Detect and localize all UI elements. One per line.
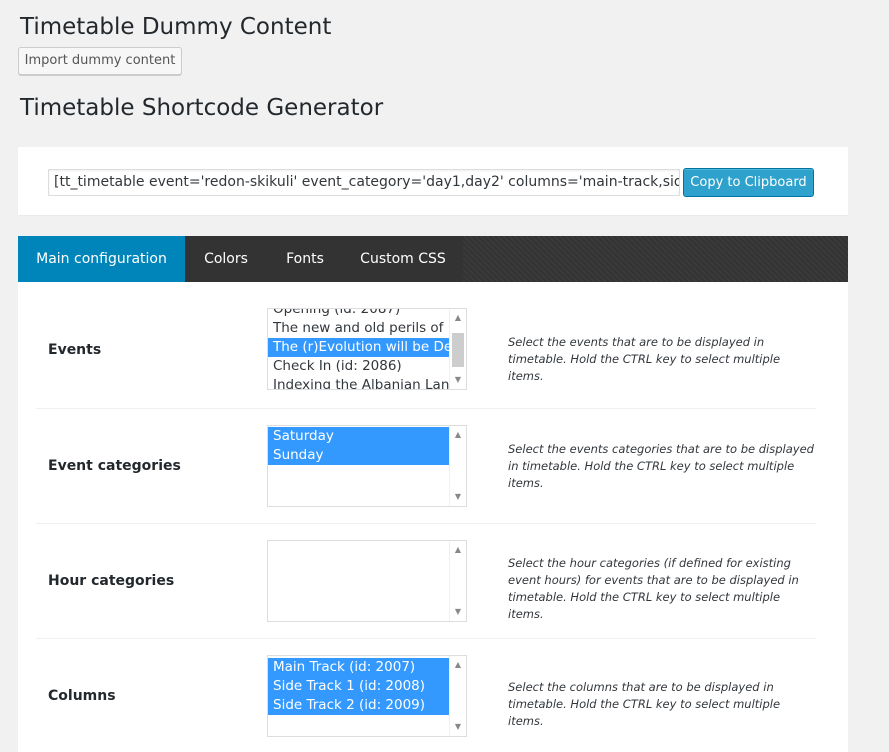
tab-bar-filler bbox=[463, 236, 848, 282]
events-description: Select the events that are to be display… bbox=[508, 335, 781, 383]
import-dummy-content-button[interactable]: Import dummy content bbox=[18, 47, 182, 75]
scroll-down-icon[interactable]: ▼ bbox=[450, 720, 466, 734]
hour-categories-description: Select the hour categories (if defined f… bbox=[508, 556, 799, 621]
columns-row: Columns Main Track (id: 2007) Side Track… bbox=[36, 639, 816, 752]
main-configuration-panel: Events Opening (id: 2087) The new and ol… bbox=[18, 282, 848, 752]
dummy-content-title: Timetable Dummy Content bbox=[20, 14, 332, 40]
hour-categories-scrollbar[interactable]: ▲ ▼ bbox=[449, 541, 466, 621]
scroll-thumb[interactable] bbox=[452, 333, 464, 367]
tab-fonts[interactable]: Fonts bbox=[267, 236, 343, 282]
copy-to-clipboard-button[interactable]: Copy to Clipboard bbox=[683, 168, 814, 197]
tab-colors[interactable]: Colors bbox=[185, 236, 267, 282]
event-category-option[interactable]: Saturday bbox=[268, 427, 449, 446]
events-option[interactable]: The new and old perils of bbox=[268, 319, 449, 338]
hour-categories-label: Hour categories bbox=[48, 573, 175, 589]
scroll-down-icon[interactable]: ▼ bbox=[450, 605, 466, 619]
scroll-down-icon[interactable]: ▼ bbox=[450, 373, 466, 387]
events-select[interactable]: Opening (id: 2087) The new and old peril… bbox=[267, 308, 467, 390]
scroll-down-icon[interactable]: ▼ bbox=[450, 490, 466, 504]
events-scrollbar[interactable]: ▲ ▼ bbox=[449, 309, 466, 389]
tab-custom-css[interactable]: Custom CSS bbox=[343, 236, 463, 282]
columns-select[interactable]: Main Track (id: 2007) Side Track 1 (id: … bbox=[267, 655, 467, 737]
events-option[interactable]: Indexing the Albanian Lan bbox=[268, 376, 449, 389]
events-option[interactable]: Opening (id: 2087) bbox=[268, 309, 449, 319]
column-option[interactable]: Side Track 2 (id: 2009) bbox=[268, 696, 449, 715]
scroll-up-icon[interactable]: ▲ bbox=[450, 658, 466, 672]
columns-description: Select the columns that are to be displa… bbox=[508, 680, 781, 728]
event-categories-description: Select the events categories that are to… bbox=[508, 442, 814, 490]
events-row: Events Opening (id: 2087) The new and ol… bbox=[36, 294, 816, 409]
event-categories-select[interactable]: Saturday Sunday ▲ ▼ bbox=[267, 425, 467, 507]
columns-label: Columns bbox=[48, 688, 116, 704]
event-categories-scrollbar[interactable]: ▲ ▼ bbox=[449, 426, 466, 506]
columns-scrollbar[interactable]: ▲ ▼ bbox=[449, 656, 466, 736]
event-category-option[interactable]: Sunday bbox=[268, 446, 449, 465]
shortcode-generator-title: Timetable Shortcode Generator bbox=[20, 95, 384, 121]
hour-categories-select[interactable]: ▲ ▼ bbox=[267, 540, 467, 622]
events-option[interactable]: The (r)Evolution will be De bbox=[268, 338, 449, 357]
event-categories-row: Event categories Saturday Sunday ▲ ▼ Sel… bbox=[36, 409, 816, 524]
event-categories-label: Event categories bbox=[48, 458, 181, 474]
shortcode-input[interactable]: [tt_timetable event='redon-skikuli' even… bbox=[48, 169, 680, 196]
config-tabs: Main configuration Colors Fonts Custom C… bbox=[18, 236, 848, 282]
shortcode-box: [tt_timetable event='redon-skikuli' even… bbox=[18, 147, 848, 215]
events-option[interactable]: Check In (id: 2086) bbox=[268, 357, 449, 376]
column-option[interactable]: Side Track 1 (id: 2008) bbox=[268, 677, 449, 696]
events-label: Events bbox=[48, 342, 102, 358]
tab-main-configuration[interactable]: Main configuration bbox=[18, 236, 185, 282]
scroll-up-icon[interactable]: ▲ bbox=[450, 543, 466, 557]
hour-categories-row: Hour categories ▲ ▼ Select the hour cate… bbox=[36, 524, 816, 639]
scroll-up-icon[interactable]: ▲ bbox=[450, 428, 466, 442]
scroll-up-icon[interactable]: ▲ bbox=[450, 311, 466, 325]
column-option[interactable]: Main Track (id: 2007) bbox=[268, 658, 449, 677]
